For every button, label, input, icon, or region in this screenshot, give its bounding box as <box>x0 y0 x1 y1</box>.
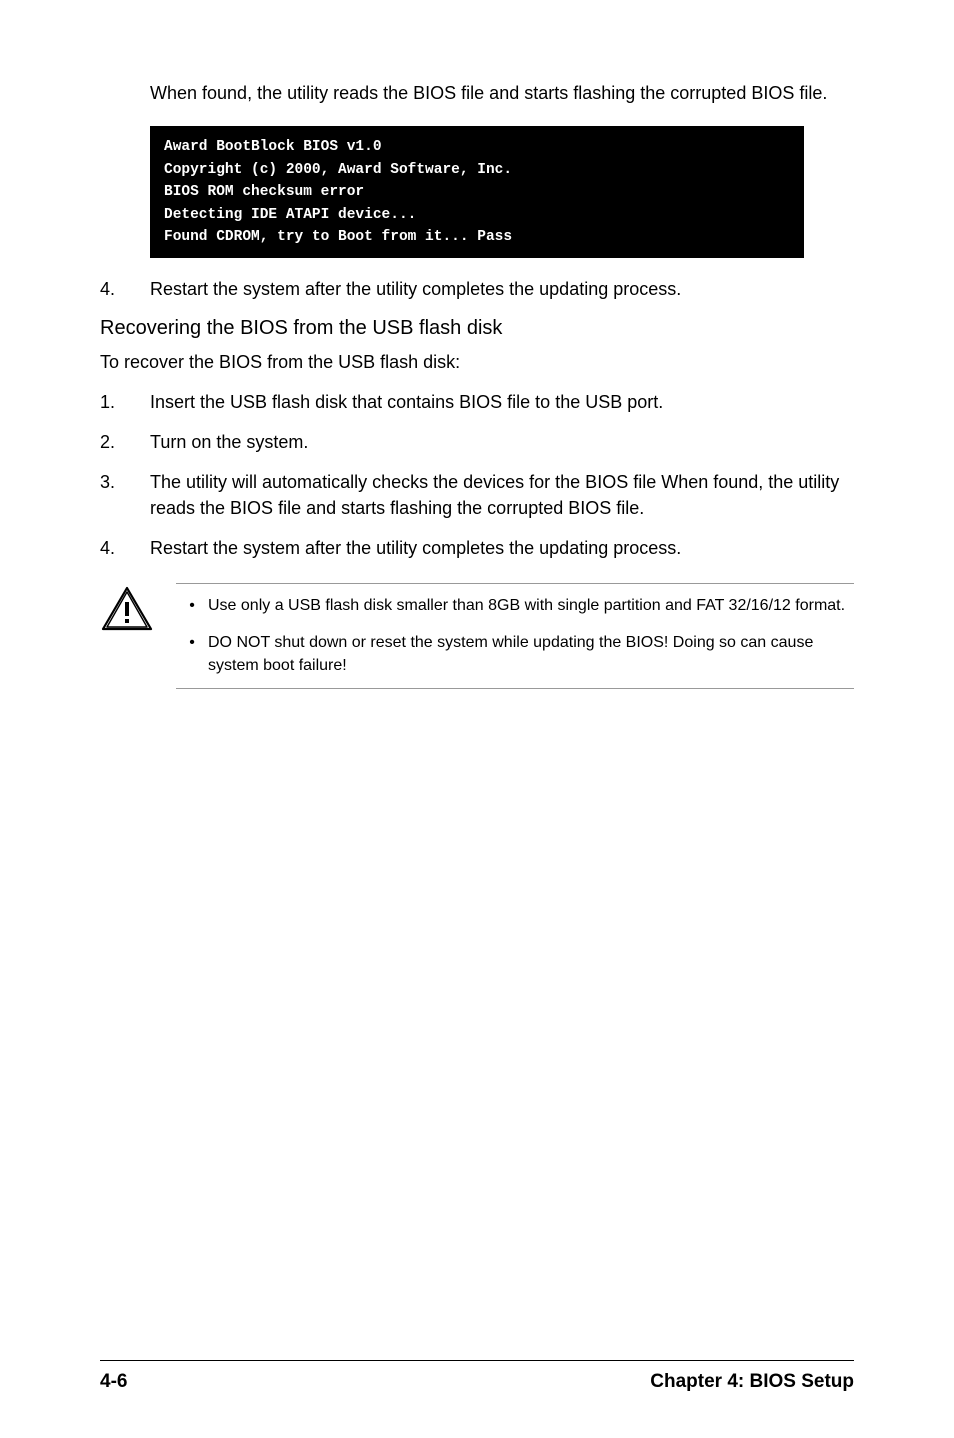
list-item: 3. The utility will automatically checks… <box>100 469 854 521</box>
list-item: 2. Turn on the system. <box>100 429 854 455</box>
intro-paragraph: When found, the utility reads the BIOS f… <box>150 80 854 106</box>
warning-text: Use only a USB flash disk smaller than 8… <box>208 594 854 617</box>
list-item: 4. Restart the system after the utility … <box>100 535 854 561</box>
step-number: 1. <box>100 389 150 415</box>
page-footer: 4-6 Chapter 4: BIOS Setup <box>100 1360 854 1393</box>
sub-text: To recover the BIOS from the USB flash d… <box>100 352 854 373</box>
warning-icon <box>100 585 154 633</box>
page-number: 4-6 <box>100 1371 127 1393</box>
step-text: Restart the system after the utility com… <box>150 535 854 561</box>
warning-content: • Use only a USB flash disk smaller than… <box>176 583 854 689</box>
warning-text: DO NOT shut down or reset the system whi… <box>208 631 854 677</box>
bullet-icon: • <box>176 631 208 677</box>
list-item: 1. Insert the USB flash disk that contai… <box>100 389 854 415</box>
bullet-icon: • <box>176 594 208 617</box>
step-text: Insert the USB flash disk that contains … <box>150 389 854 415</box>
warning-box: • Use only a USB flash disk smaller than… <box>100 583 854 689</box>
step-number: 4. <box>100 276 150 302</box>
step-number: 4. <box>100 535 150 561</box>
warning-item: • Use only a USB flash disk smaller than… <box>176 594 854 617</box>
step-number: 2. <box>100 429 150 455</box>
step-number: 3. <box>100 469 150 521</box>
step-text: Turn on the system. <box>150 429 854 455</box>
bios-code-output: Award BootBlock BIOS v1.0 Copyright (c) … <box>150 126 804 258</box>
chapter-title: Chapter 4: BIOS Setup <box>650 1371 854 1393</box>
step-text: The utility will automatically checks th… <box>150 469 854 521</box>
section-heading: Recovering the BIOS from the USB flash d… <box>100 317 854 340</box>
step-text: Restart the system after the utility com… <box>150 276 854 302</box>
step-4a: 4. Restart the system after the utility … <box>100 276 854 302</box>
warning-item: • DO NOT shut down or reset the system w… <box>176 631 854 677</box>
